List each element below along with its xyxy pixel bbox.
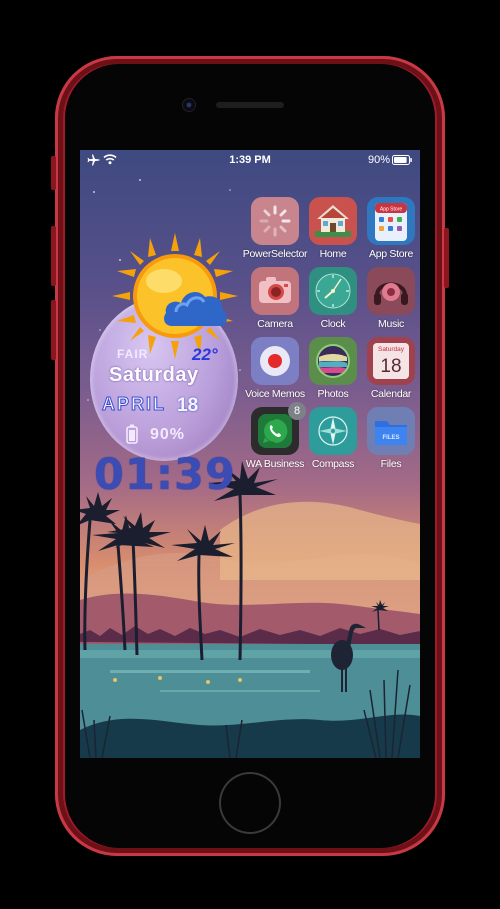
- app-store-icon: App Store: [367, 197, 415, 245]
- calendar-icon: Saturday 18: [367, 337, 415, 385]
- files-icon: FILES: [367, 407, 415, 455]
- widget-battery-percent: 90%: [150, 426, 186, 443]
- widget-battery-icon: [126, 424, 138, 444]
- home-icon: [309, 197, 357, 245]
- calendar-weekday: Saturday: [378, 346, 405, 353]
- app-label: App Store: [369, 248, 413, 260]
- app-app-store[interactable]: App Store App Store: [362, 197, 420, 265]
- compass-icon: [309, 407, 357, 455]
- music-icon: [367, 267, 415, 315]
- battery-percentage: 90%: [367, 154, 390, 166]
- weather-widget[interactable]: FAIR 22° Saturday APRIL 18 90% 01:39: [80, 150, 250, 510]
- app-camera[interactable]: Camera: [246, 267, 304, 335]
- mute-switch: [51, 156, 56, 190]
- photos-icon: [309, 337, 357, 385]
- files-icon-text: FILES: [382, 435, 399, 441]
- app-voice-memos[interactable]: Voice Memos: [245, 337, 305, 405]
- voice-memos-icon: [251, 337, 299, 385]
- front-camera: [183, 99, 195, 111]
- app-home[interactable]: Home: [304, 197, 362, 265]
- earpiece-speaker: [216, 102, 284, 108]
- home-screen: 1:39 PM 90% FAIR 22° Saturday APRIL 18 9…: [80, 150, 420, 758]
- weather-condition: FAIR: [117, 347, 149, 361]
- app-files[interactable]: FILES Files: [362, 407, 420, 475]
- power-button: [444, 228, 449, 288]
- app-label: Music: [378, 318, 404, 330]
- day-of-month: 18: [177, 395, 199, 416]
- volume-down-button: [51, 300, 56, 360]
- app-store-tile-text: App Store: [380, 207, 402, 213]
- app-music[interactable]: Music: [362, 267, 420, 335]
- app-label: Files: [380, 458, 402, 470]
- app-calendar[interactable]: Saturday 18 Calendar: [362, 337, 420, 405]
- widget-clock: 01:39: [94, 450, 236, 500]
- volume-up-button: [51, 226, 56, 286]
- app-clock[interactable]: Clock: [304, 267, 362, 335]
- home-button[interactable]: [221, 774, 279, 832]
- power-selector-icon: [251, 197, 299, 245]
- temperature: 22°: [192, 345, 218, 364]
- battery-icon: [392, 155, 412, 165]
- app-wa-business[interactable]: 8 WA Business: [246, 402, 306, 475]
- app-label: Calendar: [370, 388, 412, 400]
- app-powerselector[interactable]: PowerSelector: [243, 197, 307, 265]
- app-photos[interactable]: Photos: [304, 337, 362, 405]
- camera-icon: [251, 267, 299, 315]
- weekday: Saturday: [109, 364, 199, 386]
- calendar-date: 18: [380, 356, 401, 377]
- app-grid: PowerSelector Home App Store App Store C…: [243, 197, 420, 477]
- clock-icon: [309, 267, 357, 315]
- app-compass[interactable]: Compass: [304, 407, 362, 475]
- month: APRIL: [102, 394, 166, 415]
- cloud-icon: [164, 292, 228, 326]
